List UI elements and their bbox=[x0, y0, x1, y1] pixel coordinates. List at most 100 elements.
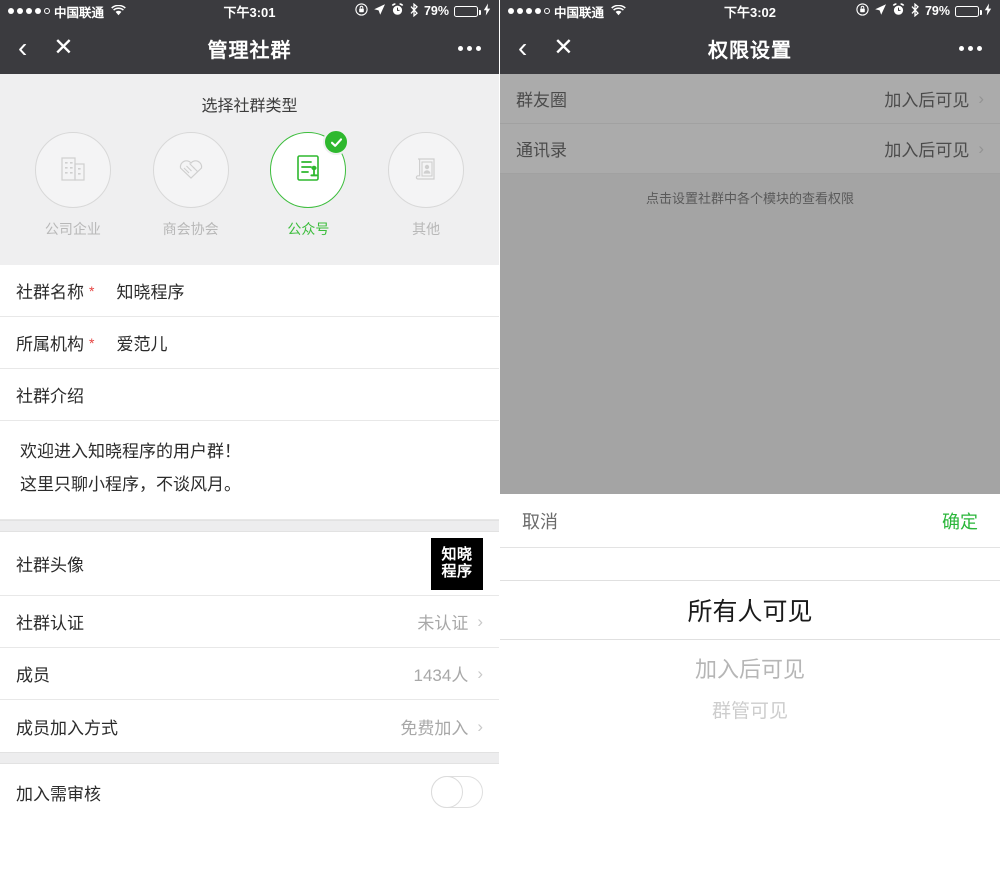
status-bar-left-right-screen: 中国联通 bbox=[508, 2, 626, 21]
verification-label: 社群认证 bbox=[16, 614, 84, 634]
carrier-label: 中国联通 bbox=[54, 5, 105, 20]
section-divider-2 bbox=[0, 752, 499, 765]
certificate-stamp-icon bbox=[288, 148, 328, 193]
back-icon-right[interactable]: ‹ bbox=[518, 34, 527, 62]
type-label-association: 商会协会 bbox=[162, 221, 219, 237]
type-circle-other bbox=[388, 132, 465, 208]
bluetooth-icon bbox=[409, 2, 419, 20]
row-join-approval[interactable]: 加入需审核 bbox=[0, 764, 499, 820]
lightning-bolt-icon bbox=[483, 3, 491, 19]
type-option-company[interactable]: 公司企业 bbox=[25, 132, 121, 239]
members-label: 成员 bbox=[16, 666, 50, 686]
type-option-other[interactable]: 其他 bbox=[378, 132, 474, 239]
picker-action-bar: 取消 确定 bbox=[500, 494, 1000, 548]
toggle-knob bbox=[431, 776, 463, 809]
picker-selected-option[interactable]: 所有人可见 bbox=[500, 580, 1000, 640]
join-method-label: 成员加入方式 bbox=[16, 718, 118, 738]
intro-label: 社群介绍 bbox=[16, 387, 84, 406]
status-bar-left: 中国联通 bbox=[8, 2, 126, 21]
row-community-name[interactable]: 社群名称 * 知晓程序 bbox=[0, 265, 499, 317]
community-info-group: 社群名称 * 知晓程序 所属机构 * 爱范儿 社群介绍 欢迎进入知晓程序的用户群… bbox=[0, 265, 499, 521]
page-title: 管理社群 bbox=[207, 39, 292, 62]
type-option-association[interactable]: 商会协会 bbox=[143, 132, 239, 239]
moments-label: 群友圈 bbox=[516, 91, 567, 110]
more-options-icon-right[interactable] bbox=[959, 45, 982, 51]
close-icon[interactable]: ✕ bbox=[53, 36, 73, 60]
avatar[interactable]: 知晓 程序 bbox=[431, 537, 483, 590]
right-screen-permission-settings: 中国联通 下午3:02 79% ‹ ✕ 权限设置 群友圈 加入后可见 › 通讯录… bbox=[500, 0, 1000, 884]
row-members[interactable]: 成员 1434人 › bbox=[0, 648, 499, 701]
community-name-label: 社群名称 bbox=[16, 283, 84, 302]
lightning-bolt-icon-right bbox=[984, 3, 992, 19]
rotation-lock-icon bbox=[355, 3, 368, 19]
avatar-line-1: 知晓 bbox=[441, 545, 473, 563]
type-label-official-account: 公众号 bbox=[287, 221, 330, 237]
contacts-value: 加入后可见 bbox=[884, 141, 970, 160]
building-icon bbox=[53, 148, 93, 193]
battery-percent-label-right: 79% bbox=[924, 4, 950, 18]
organization-value[interactable]: 爱范儿 bbox=[116, 330, 167, 355]
type-circle-official-account bbox=[270, 129, 350, 208]
row-join-method[interactable]: 成员加入方式 免费加入 › bbox=[0, 700, 499, 752]
row-organization[interactable]: 所属机构 * 爱范儿 bbox=[0, 317, 499, 369]
carrier-label-right: 中国联通 bbox=[554, 5, 605, 20]
intro-text-area[interactable]: 欢迎进入知晓程序的用户群！ 这里只聊小程序，不谈风月。 bbox=[0, 421, 499, 521]
more-options-icon[interactable] bbox=[458, 45, 481, 51]
type-label-other: 其他 bbox=[412, 221, 441, 237]
picker-option-3[interactable]: 群管可见 bbox=[500, 684, 1000, 723]
rotation-lock-icon-right bbox=[856, 3, 869, 19]
chevron-right-icon-verification: › bbox=[477, 612, 483, 632]
row-community-avatar[interactable]: 社群头像 知晓 程序 bbox=[0, 532, 499, 597]
type-options-row: 公司企业 商会协会 公众号 其他 bbox=[0, 129, 499, 239]
battery-icon-right bbox=[955, 5, 982, 17]
close-icon-right[interactable]: ✕ bbox=[553, 36, 573, 60]
confirm-button[interactable]: 确定 bbox=[942, 508, 978, 534]
location-arrow-icon bbox=[373, 3, 386, 19]
row-contacts-permission[interactable]: 通讯录 加入后可见 › bbox=[500, 124, 1000, 174]
battery-icon bbox=[454, 5, 481, 17]
left-screen-manage-community: 中国联通 下午3:01 79% ‹ ✕ 管理社群 选择社群类型 公司企业 商会协… bbox=[0, 0, 500, 884]
status-bar-right-icons: 79% bbox=[856, 2, 992, 20]
join-approval-label: 加入需审核 bbox=[16, 784, 101, 804]
permission-list: 群友圈 加入后可见 › 通讯录 加入后可见 › 点击设置社群中各个模块的查看权限 bbox=[500, 74, 1000, 494]
type-selector-title: 选择社群类型 bbox=[201, 98, 298, 115]
row-community-verification[interactable]: 社群认证 未认证 › bbox=[0, 596, 499, 649]
status-bar-right: 79% bbox=[355, 2, 491, 20]
permission-empty-area: 点击设置社群中各个模块的查看权限 bbox=[500, 174, 1000, 494]
avatar-line-2: 程序 bbox=[441, 562, 473, 580]
type-label-company: 公司企业 bbox=[44, 221, 101, 237]
approval-group: 加入需审核 bbox=[0, 764, 499, 821]
status-bar-right-screen: 中国联通 下午3:02 79% bbox=[500, 0, 1000, 22]
verification-value: 未认证 bbox=[417, 614, 469, 634]
nav-bar: ‹ ✕ 管理社群 bbox=[0, 22, 499, 74]
status-bar: 中国联通 下午3:01 79% bbox=[0, 0, 499, 22]
chevron-right-icon-moments: › bbox=[978, 89, 984, 108]
avatar-label: 社群头像 bbox=[16, 556, 84, 576]
alarm-clock-icon bbox=[391, 3, 404, 19]
organization-label: 所属机构 bbox=[16, 335, 84, 354]
join-approval-toggle[interactable] bbox=[431, 776, 483, 809]
row-moments-permission[interactable]: 群友圈 加入后可见 › bbox=[500, 74, 1000, 124]
wifi-icon bbox=[111, 4, 126, 19]
intro-line-2: 这里只聊小程序，不谈风月。 bbox=[20, 475, 241, 495]
chevron-right-icon-join-method: › bbox=[477, 716, 483, 736]
nav-bar-left: ‹ ✕ bbox=[18, 34, 73, 62]
picker-option-2[interactable]: 加入后可见 bbox=[500, 640, 1000, 684]
cancel-button[interactable]: 取消 bbox=[522, 508, 558, 534]
permission-content-area: 群友圈 加入后可见 › 通讯录 加入后可见 › 点击设置社群中各个模块的查看权限 bbox=[500, 74, 1000, 494]
address-book-icon bbox=[406, 148, 446, 193]
members-count: 1434人 bbox=[413, 666, 469, 686]
back-icon[interactable]: ‹ bbox=[18, 34, 27, 62]
bluetooth-icon-right bbox=[910, 2, 920, 20]
join-method-value: 免费加入 bbox=[400, 718, 469, 738]
type-circle-association bbox=[152, 132, 229, 208]
wifi-icon-right bbox=[611, 4, 626, 19]
permission-picker-wheel[interactable]: 所有人可见 加入后可见 群管可见 bbox=[500, 548, 1000, 884]
signal-dots-icon bbox=[8, 8, 50, 14]
type-option-official-account[interactable]: 公众号 bbox=[260, 129, 356, 239]
row-intro-label: 社群介绍 bbox=[0, 369, 499, 421]
handshake-heart-icon bbox=[171, 148, 211, 193]
dual-screenshot-container: 中国联通 下午3:01 79% ‹ ✕ 管理社群 选择社群类型 公司企业 商会协… bbox=[0, 0, 1000, 884]
moments-value: 加入后可见 bbox=[884, 91, 970, 110]
community-name-value[interactable]: 知晓程序 bbox=[116, 278, 184, 303]
